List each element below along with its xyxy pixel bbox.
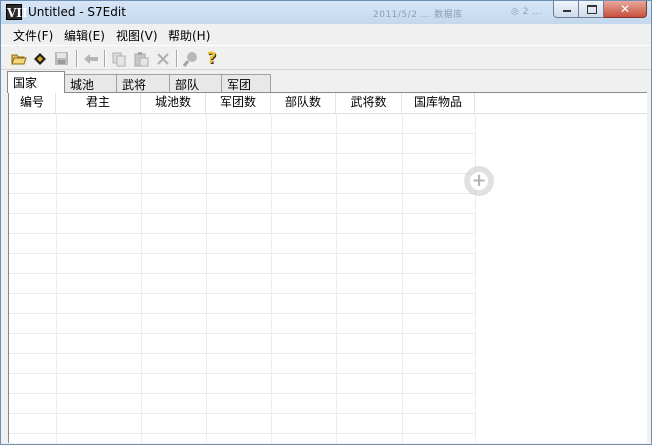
grid-row-line: [9, 273, 475, 274]
grid-row-line: [9, 213, 475, 214]
tab-country[interactable]: 国家: [7, 71, 65, 93]
tab-legions[interactable]: 军团: [221, 74, 271, 92]
grid-row-line: [9, 353, 475, 354]
window-title: Untitled - S7Edit: [28, 5, 126, 19]
tab-troops[interactable]: 部队: [169, 74, 222, 92]
list-header: 编号 君主 城池数 军团数 部队数 武将数 国库物品: [9, 93, 647, 114]
tab-label: 武将: [122, 78, 147, 92]
background-text: 2011/5/2 ... 数据库: [373, 10, 463, 20]
column-header-general-count[interactable]: 武将数: [336, 93, 402, 113]
column-header-legion-count[interactable]: 军团数: [206, 93, 271, 113]
menu-bar: 文件(F) 编辑(E) 视图(V) 帮助(H): [1, 24, 651, 44]
grid-row-line: [9, 173, 475, 174]
tab-cities[interactable]: 城池: [64, 74, 117, 92]
toolbar: ??: [1, 45, 651, 70]
menu-view[interactable]: 视图(V): [116, 27, 158, 44]
tab-label: 城池: [70, 78, 95, 92]
toolbar-separator: [76, 50, 78, 67]
column-header-ruler[interactable]: 君主: [56, 93, 141, 113]
column-header-troop-count[interactable]: 部队数: [271, 93, 336, 113]
toolbar-separator: [176, 50, 178, 67]
copy-button[interactable]: [110, 50, 127, 67]
grid-row-line: [9, 373, 475, 374]
add-overlay-button[interactable]: +: [464, 166, 494, 196]
grid-row-line: [9, 133, 475, 134]
column-header-id[interactable]: 编号: [9, 93, 56, 113]
tab-label: 部队: [175, 78, 200, 92]
maximize-button[interactable]: [579, 1, 604, 18]
app-icon-text: VII: [7, 6, 28, 20]
help-button[interactable]: ??: [204, 50, 221, 67]
menu-file[interactable]: 文件(F): [13, 27, 53, 44]
grid-row-line: [9, 233, 475, 234]
tab-label: 国家: [13, 76, 38, 90]
svg-text:?: ?: [207, 50, 216, 67]
grid-row-line: [9, 413, 475, 414]
plus-circle-icon: +: [470, 170, 488, 191]
close-button[interactable]: ✕: [604, 1, 647, 18]
help-icon: ??: [207, 50, 217, 67]
grid-row-line: [9, 433, 475, 434]
close-icon: ✕: [620, 2, 631, 16]
delete-button[interactable]: [154, 50, 171, 67]
country-list[interactable]: 编号 君主 城池数 军团数 部队数 武将数 国库物品: [8, 93, 647, 443]
grid-row-line: [9, 253, 475, 254]
delete-icon: [156, 52, 169, 65]
app-icon[interactable]: VII: [6, 4, 28, 20]
grid-row-line: [9, 153, 475, 154]
copy-icon: [112, 52, 125, 66]
find-button[interactable]: [182, 50, 199, 67]
app-window: VII Untitled - S7Edit 2011/5/2 ... 数据库 ◎…: [0, 0, 652, 445]
grid-row-line: [9, 333, 475, 334]
open-button[interactable]: [10, 50, 27, 67]
back-arrow-icon: [83, 53, 98, 64]
tab-generals[interactable]: 武将: [116, 74, 170, 92]
paste-icon: [134, 51, 148, 66]
menu-help[interactable]: 帮助(H): [168, 27, 210, 44]
grid-row-line: [9, 313, 475, 314]
back-button[interactable]: [82, 50, 99, 67]
maximize-icon: [587, 5, 597, 14]
tab-strip: 国家 城池 武将 部队 军团: [7, 71, 647, 93]
grid-row-line: [9, 393, 475, 394]
edit-tag-button[interactable]: [31, 50, 48, 67]
toolbar-separator: [104, 50, 106, 67]
grid-column-line: [475, 113, 476, 443]
menu-edit[interactable]: 编辑(E): [64, 27, 105, 44]
open-icon: [10, 54, 27, 64]
save-button[interactable]: [53, 50, 70, 67]
grid-row-line: [9, 193, 475, 194]
minimize-button[interactable]: [553, 1, 579, 18]
tab-label: 军团: [227, 78, 252, 92]
edit-tag-icon: [33, 52, 46, 65]
save-icon: [55, 52, 68, 65]
background-text-2: ◎ 2 ...: [511, 7, 543, 17]
column-header-treasury-items[interactable]: 国库物品: [402, 93, 475, 113]
grid-row-line: [9, 293, 475, 294]
column-header-city-count[interactable]: 城池数: [141, 93, 206, 113]
paste-button[interactable]: [132, 50, 149, 67]
find-icon: [182, 51, 197, 67]
caption-buttons: ✕: [553, 1, 647, 19]
minimize-icon: [563, 10, 571, 12]
title-bar[interactable]: VII Untitled - S7Edit 2011/5/2 ... 数据库 ◎…: [1, 1, 651, 24]
